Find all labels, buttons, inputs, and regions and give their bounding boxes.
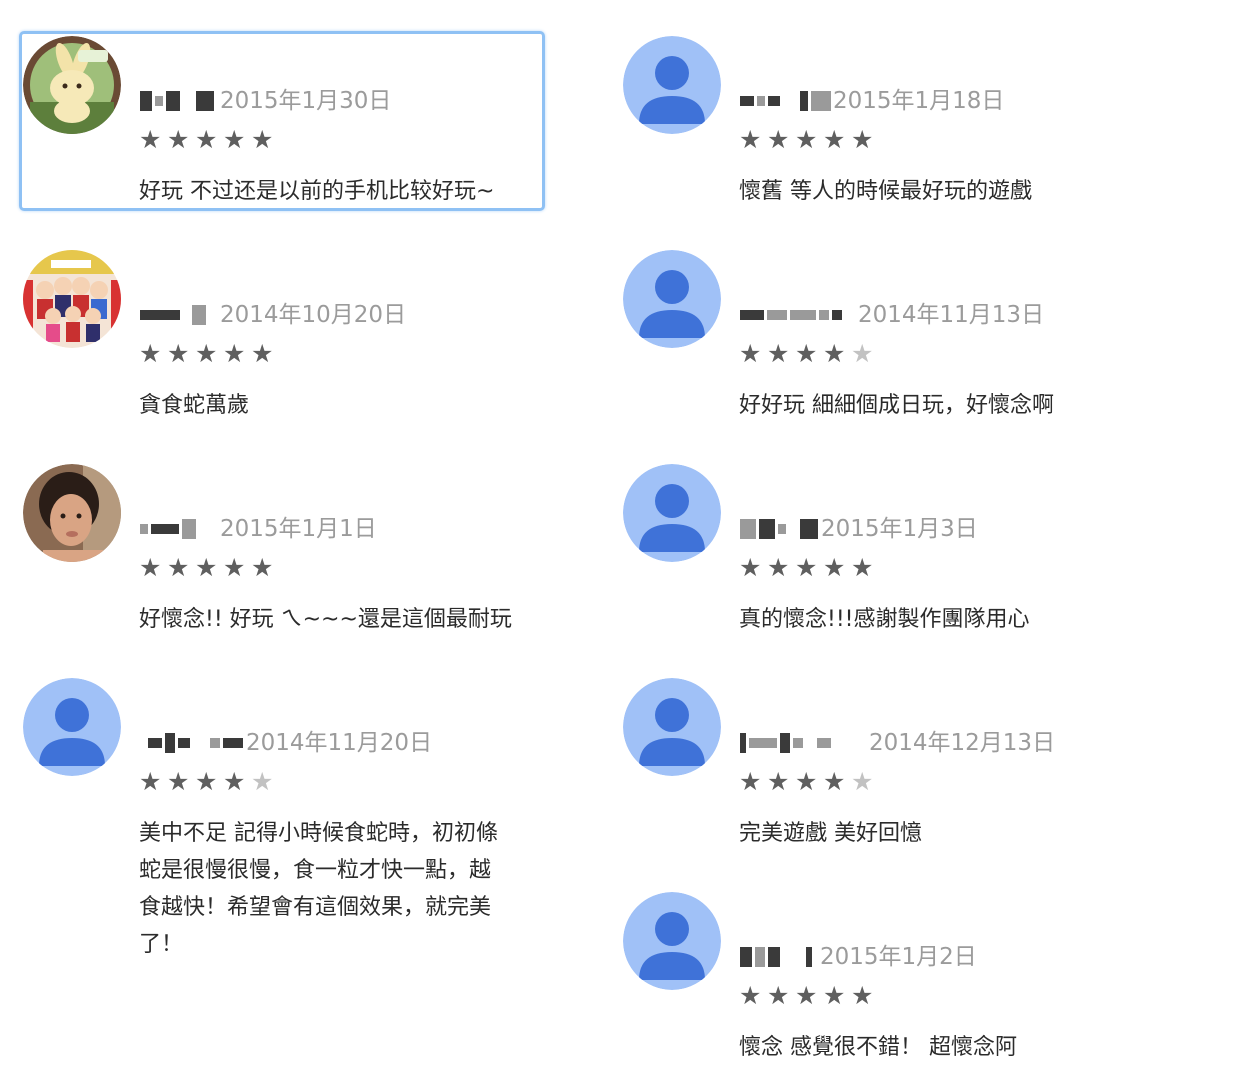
star-icon: ★: [739, 767, 762, 796]
reviewer-name-redacted: [740, 90, 831, 112]
star-icon: ★: [167, 767, 190, 796]
star-icon: ★: [739, 553, 762, 582]
star-icon: ★: [223, 553, 246, 582]
star-icon: ★: [739, 981, 762, 1010]
reviewer-name-redacted: [140, 90, 214, 112]
default-person-icon: [623, 36, 721, 134]
review-date: 2015年1月18日: [833, 88, 1005, 114]
star-icon: ★: [823, 767, 846, 796]
star-icon: ★: [251, 553, 274, 582]
review-text: 真的懷念!!!感謝製作團隊用心: [739, 607, 1030, 632]
star-empty-icon: ★: [851, 339, 874, 368]
star-icon: ★: [223, 339, 246, 368]
review-date: 2015年1月1日: [220, 516, 377, 542]
review-date: 2014年12月13日: [869, 730, 1056, 756]
star-rating: ★ ★ ★ ★ ★: [139, 126, 273, 154]
review-text: 完美遊戲 美好回憶: [739, 821, 922, 846]
star-icon: ★: [795, 553, 818, 582]
star-icon: ★: [195, 767, 218, 796]
star-rating: ★ ★ ★ ★ ★: [139, 554, 273, 582]
star-icon: ★: [767, 125, 790, 154]
star-icon: ★: [851, 553, 874, 582]
reviewer-name-redacted: [740, 518, 818, 540]
star-rating: ★ ★ ★ ★ ★: [739, 554, 873, 582]
default-person-icon: [23, 678, 121, 776]
review-text: 貪食蛇萬歲: [139, 393, 250, 418]
star-icon: ★: [823, 981, 846, 1010]
star-icon: ★: [223, 767, 246, 796]
star-rating: ★ ★ ★ ★ ★: [739, 768, 873, 796]
default-person-icon: [623, 892, 721, 990]
anime-group-avatar-icon: [23, 250, 121, 348]
review-date: 2014年10月20日: [220, 302, 407, 328]
star-icon: ★: [767, 767, 790, 796]
review-text: 好懷念!! 好玩 ㄟ~~~還是這個最耐玩: [139, 607, 512, 632]
default-person-icon: [623, 250, 721, 348]
star-icon: ★: [795, 767, 818, 796]
photo-avatar-icon: [23, 464, 121, 562]
star-icon: ★: [139, 767, 162, 796]
default-person-icon: [623, 464, 721, 562]
review-text: 好好玩 細細個成日玩，好懷念啊: [739, 393, 1054, 418]
review-date: 2015年1月3日: [821, 516, 978, 542]
review-text: 懷舊 等人的時候最好玩的遊戲: [739, 179, 1032, 204]
star-icon: ★: [823, 553, 846, 582]
review-date: 2014年11月20日: [246, 730, 433, 756]
star-icon: ★: [795, 339, 818, 368]
star-rating: ★ ★ ★ ★ ★: [739, 126, 873, 154]
star-rating: ★ ★ ★ ★ ★: [739, 340, 873, 368]
reviewer-name-redacted: [740, 304, 842, 326]
star-icon: ★: [767, 553, 790, 582]
reviewer-name-redacted: [740, 946, 812, 968]
review-date: 2014年11月13日: [858, 302, 1045, 328]
reviewer-name-redacted: [148, 732, 243, 754]
star-icon: ★: [167, 553, 190, 582]
star-icon: ★: [823, 125, 846, 154]
star-icon: ★: [195, 125, 218, 154]
star-icon: ★: [167, 339, 190, 368]
star-icon: ★: [739, 339, 762, 368]
review-text: 美中不足 記得小時候食蛇時，初初條 蛇是很慢很慢，食一粒才快一點，越 食越快！希…: [139, 821, 498, 957]
star-icon: ★: [251, 339, 274, 368]
star-icon: ★: [851, 125, 874, 154]
star-icon: ★: [139, 339, 162, 368]
star-icon: ★: [251, 125, 274, 154]
reviewer-name-redacted: [140, 304, 206, 326]
star-rating: ★ ★ ★ ★ ★: [739, 982, 873, 1010]
star-icon: ★: [139, 125, 162, 154]
review-date: 2015年1月2日: [820, 944, 977, 970]
review-date: 2015年1月30日: [220, 88, 392, 114]
star-icon: ★: [767, 339, 790, 368]
reviewer-name-redacted: [140, 518, 196, 540]
star-icon: ★: [795, 125, 818, 154]
star-icon: ★: [795, 981, 818, 1010]
star-icon: ★: [767, 981, 790, 1010]
star-icon: ★: [739, 125, 762, 154]
star-rating: ★ ★ ★ ★ ★: [139, 768, 273, 796]
star-icon: ★: [823, 339, 846, 368]
review-text: 懷念 感覺很不錯！ 超懷念阿: [739, 1035, 1017, 1060]
star-rating: ★ ★ ★ ★ ★: [139, 340, 273, 368]
reviewer-name-redacted: [740, 732, 831, 754]
star-empty-icon: ★: [851, 767, 874, 796]
bunny-avatar-icon: [23, 36, 121, 134]
star-empty-icon: ★: [251, 767, 274, 796]
star-icon: ★: [195, 553, 218, 582]
star-icon: ★: [167, 125, 190, 154]
star-icon: ★: [139, 553, 162, 582]
default-person-icon: [623, 678, 721, 776]
review-text: 好玩 不过还是以前的手机比较好玩~: [139, 179, 495, 204]
star-icon: ★: [851, 981, 874, 1010]
star-icon: ★: [223, 125, 246, 154]
star-icon: ★: [195, 339, 218, 368]
